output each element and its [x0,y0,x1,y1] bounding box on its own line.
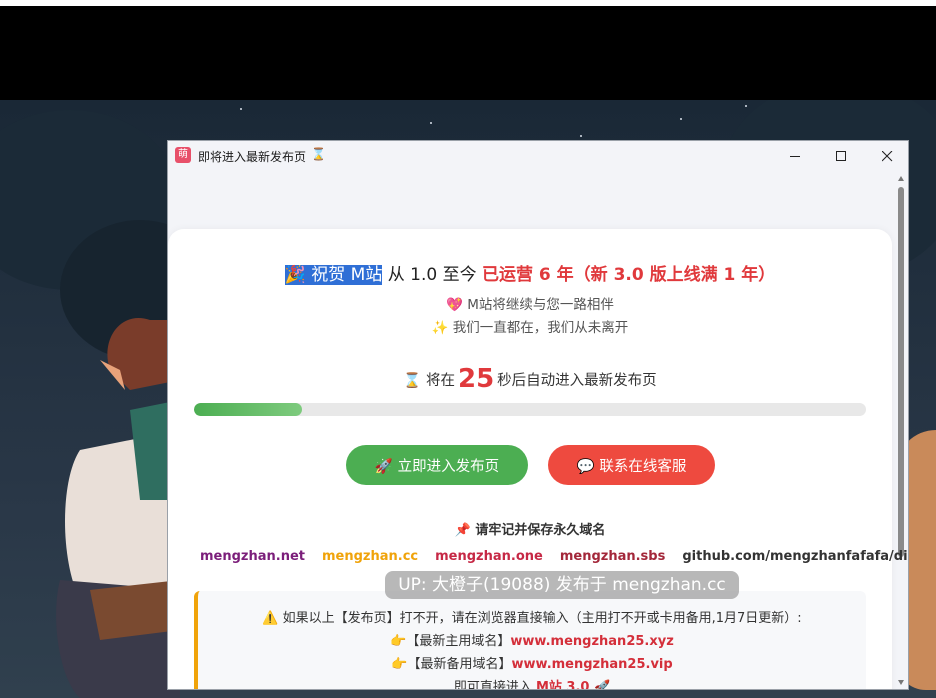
scroll-up-arrow-icon[interactable] [898,176,904,181]
backup-domain-link[interactable]: www.mengzhan25.vip [512,657,673,672]
character-artwork-left [56,318,180,698]
app-icon: 萌 [175,147,191,163]
countdown-suffix: 秒后自动进入最新发布页 [497,373,657,389]
domain-link[interactable]: github.com/mengzhanfafafa/dizhi [682,549,908,564]
domain-link[interactable]: mengzhan.cc [322,549,418,564]
maximize-icon [835,150,846,161]
headline-selected-text: 🎉 祝贺 M站 [284,265,383,285]
domain-link[interactable]: mengzhan.one [435,549,543,564]
countdown-prefix: ⌛ 将在 [403,373,455,389]
hourglass-icon: ⌛ [311,147,326,161]
headline-middle-text: 从 1.0 至今 [382,265,482,285]
vertical-scrollbar[interactable] [894,171,908,689]
scroll-thumb[interactable] [898,187,904,557]
notice-backup-domain: 👉【最新备用域名】www.mengzhan25.vip [198,653,866,672]
notice-instruction: ⚠️ 如果以上【发布页】打不开，请在浏览器直接输入（主用打不开或卡用备用,1月7… [262,611,802,626]
main-domain-label: 👉【最新主用域名】 [390,634,511,649]
close-button[interactable] [864,141,908,171]
contact-support-button[interactable]: 💬 联系在线客服 [548,445,715,485]
scroll-down-arrow-icon[interactable] [898,680,904,685]
subline-always-here: ✨ 我们一直都在，我们从未离开 [431,320,629,336]
direct-entry-label: 即可直接进入 [453,680,532,690]
minimize-icon [789,155,800,157]
subline-companion: 💖 M站将继续与您一路相伴 [446,297,614,313]
direct-entry-highlight: M站 3.0 🚀 [535,680,611,690]
dialog-window: 萌 即将进入最新发布页 ⌛ 🎉 祝贺 M站 从 1.0 至今 已运营 6 年（新… [167,140,909,690]
countdown-text: ⌛ 将在 25 秒后自动进入最新发布页 [168,364,892,394]
upload-watermark: UP: 大橙子(19088) 发布于 mengzhan.cc [385,571,739,599]
domain-link[interactable]: mengzhan.net [200,549,305,564]
notice-direct-entry: 即可直接进入 M站 3.0 🚀 [198,676,866,690]
black-banner [0,6,936,100]
notice-main-domain: 👉【最新主用域名】www.mengzhan25.xyz [198,630,866,649]
headline: 🎉 祝贺 M站 从 1.0 至今 已运营 6 年（新 3.0 版上线满 1 年） [168,260,892,285]
remember-domains-heading: 📌 请牢记并保存永久域名 [454,523,606,538]
domain-list: mengzhan.net mengzhan.cc mengzhan.one mengz… [200,549,908,564]
content-card: 🎉 祝贺 M站 从 1.0 至今 已运营 6 年（新 3.0 版上线满 1 年）… [168,229,908,690]
countdown-progress-bar [194,403,866,416]
backup-domain-label: 👉【最新备用域名】 [391,657,512,672]
enter-release-page-button[interactable]: 🚀 立即进入发布页 [346,445,528,485]
notice-box: ⚠️ 如果以上【发布页】打不开，请在浏览器直接输入（主用打不开或卡用备用,1月7… [194,591,866,690]
minimize-button[interactable] [772,141,818,171]
progress-fill [194,403,302,416]
countdown-seconds: 25 [457,364,495,394]
maximize-button[interactable] [818,141,864,171]
headline-highlight: 已运营 6 年（新 3.0 版上线满 1 年） [482,265,776,285]
window-title: 即将进入最新发布页 [198,150,307,164]
close-icon [881,150,892,161]
main-domain-link[interactable]: www.mengzhan25.xyz [510,634,673,649]
domain-link[interactable]: mengzhan.sbs [560,549,666,564]
title-bar[interactable]: 萌 即将进入最新发布页 ⌛ [168,141,908,171]
